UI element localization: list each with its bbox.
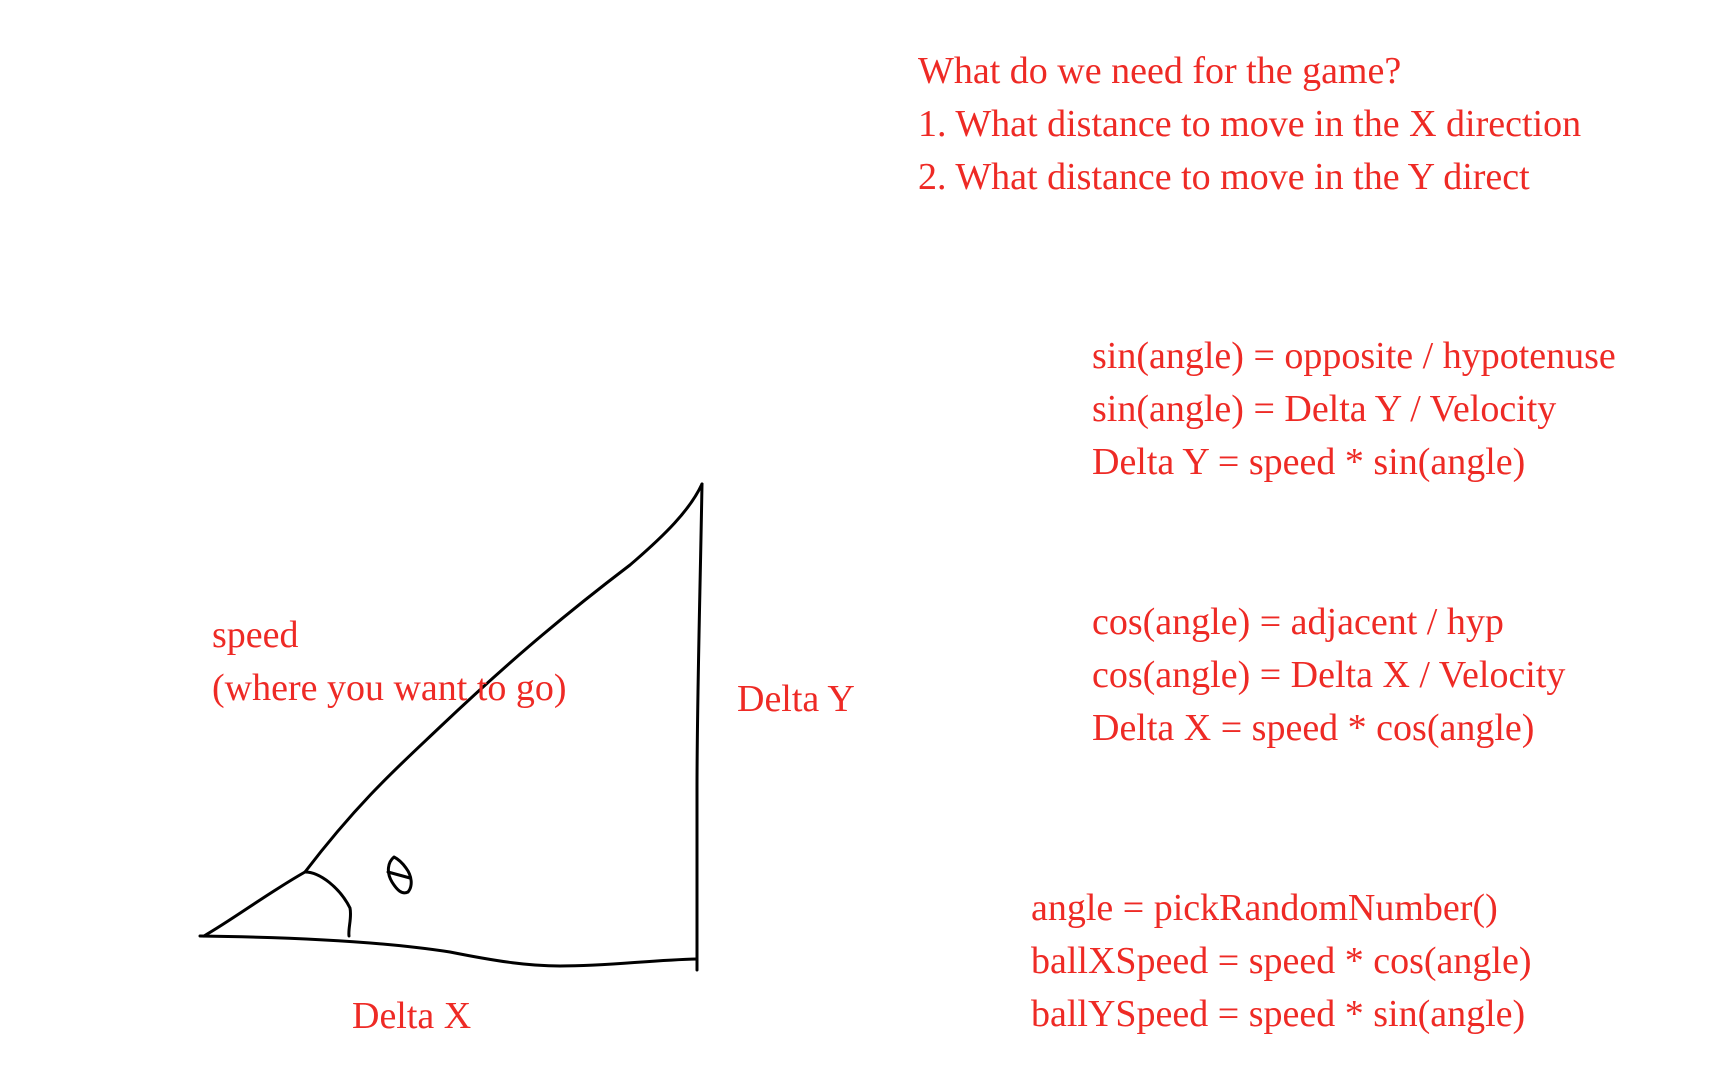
theta-symbol <box>386 855 413 895</box>
hypotenuse-label: speed <box>212 614 299 656</box>
delta-y-label: Delta Y <box>737 678 855 720</box>
sin-formula-line: sin(angle) = opposite / hypotenuse <box>1092 335 1616 377</box>
code-line: ballYSpeed = speed * sin(angle) <box>1031 993 1526 1035</box>
questions-heading: What do we need for the game? <box>918 50 1402 92</box>
hypotenuse-sublabel: (where you want to go) <box>212 667 567 709</box>
code-block: angle = pickRandomNumber() ballXSpeed = … <box>1031 882 1532 1041</box>
horizontal-leg-line <box>198 934 699 968</box>
questions-block: What do we need for the game? 1. What di… <box>918 45 1581 204</box>
sin-formula-line: sin(angle) = Delta Y / Velocity <box>1092 388 1557 430</box>
hypotenuse-label-block: speed (where you want to go) <box>212 609 567 715</box>
vertical-leg-line <box>695 482 704 972</box>
cos-formula-line: Delta X = speed * cos(angle) <box>1092 707 1535 749</box>
cos-formula-line: cos(angle) = adjacent / hyp <box>1092 601 1504 643</box>
cos-formula-line: cos(angle) = Delta X / Velocity <box>1092 654 1566 696</box>
code-line: angle = pickRandomNumber() <box>1031 887 1498 929</box>
code-line: ballXSpeed = speed * cos(angle) <box>1031 940 1532 982</box>
sin-formula-block: sin(angle) = opposite / hypotenuse sin(a… <box>1092 330 1616 489</box>
sin-formula-line: Delta Y = speed * sin(angle) <box>1092 441 1526 483</box>
cos-formula-block: cos(angle) = adjacent / hyp cos(angle) =… <box>1092 596 1565 755</box>
question-item: 2. What distance to move in the Y direct <box>918 156 1530 198</box>
delta-x-label: Delta X <box>352 995 472 1037</box>
angle-arc <box>303 870 353 938</box>
question-item: 1. What distance to move in the X direct… <box>918 103 1582 145</box>
